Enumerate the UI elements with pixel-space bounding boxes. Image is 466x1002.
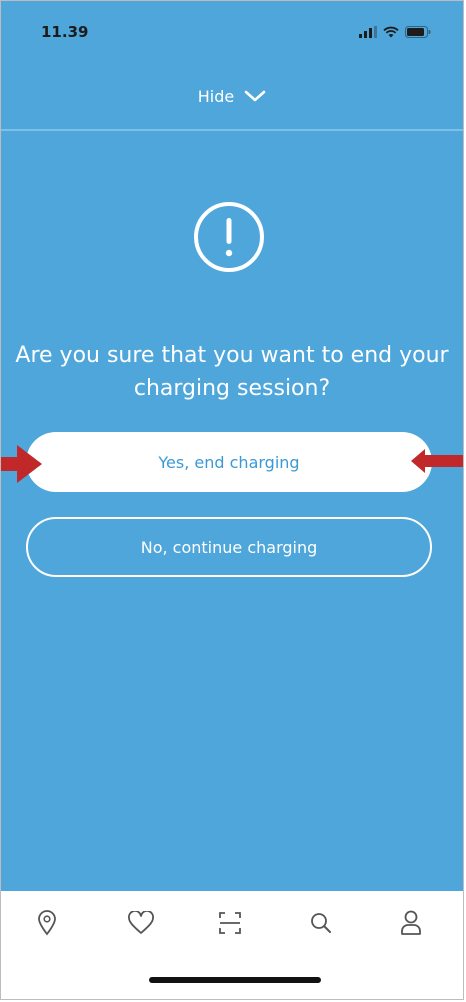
battery-icon: [405, 26, 431, 38]
bottom-navigation: [1, 891, 463, 999]
nav-map[interactable]: [27, 903, 67, 943]
home-indicator[interactable]: [149, 977, 321, 983]
continue-charging-button[interactable]: No, continue charging: [26, 517, 432, 577]
left-arrow: [411, 449, 463, 473]
nav-profile[interactable]: [391, 903, 431, 943]
scan-icon: [219, 912, 241, 934]
nav-search[interactable]: [301, 903, 341, 943]
nav-favorites[interactable]: [121, 903, 161, 943]
heart-icon: [128, 911, 154, 934]
map-pin-icon: [38, 910, 56, 936]
status-time: 11.39: [41, 23, 89, 41]
status-bar: 11.39: [1, 1, 463, 63]
confirmation-question: Are you sure that you want to end your c…: [15, 343, 449, 401]
hide-toggle[interactable]: Hide: [1, 63, 463, 131]
hide-label: Hide: [197, 86, 235, 106]
nav-scan[interactable]: [210, 903, 250, 943]
wifi-icon: [383, 26, 399, 38]
search-icon: [311, 913, 331, 933]
continue-charging-label: No, continue charging: [140, 537, 318, 557]
right-arrow: [1, 445, 42, 483]
signal-icon: [359, 26, 377, 38]
app-screen: 11.39 Hide Are you sure that you want to…: [0, 0, 464, 1000]
exclamation-circle-icon: [194, 202, 264, 272]
end-charging-button[interactable]: Yes, end charging: [26, 432, 432, 492]
chevron-down-icon: [244, 90, 266, 102]
status-icons: [359, 26, 431, 38]
profile-icon: [401, 910, 421, 935]
end-charging-label: Yes, end charging: [158, 452, 300, 472]
